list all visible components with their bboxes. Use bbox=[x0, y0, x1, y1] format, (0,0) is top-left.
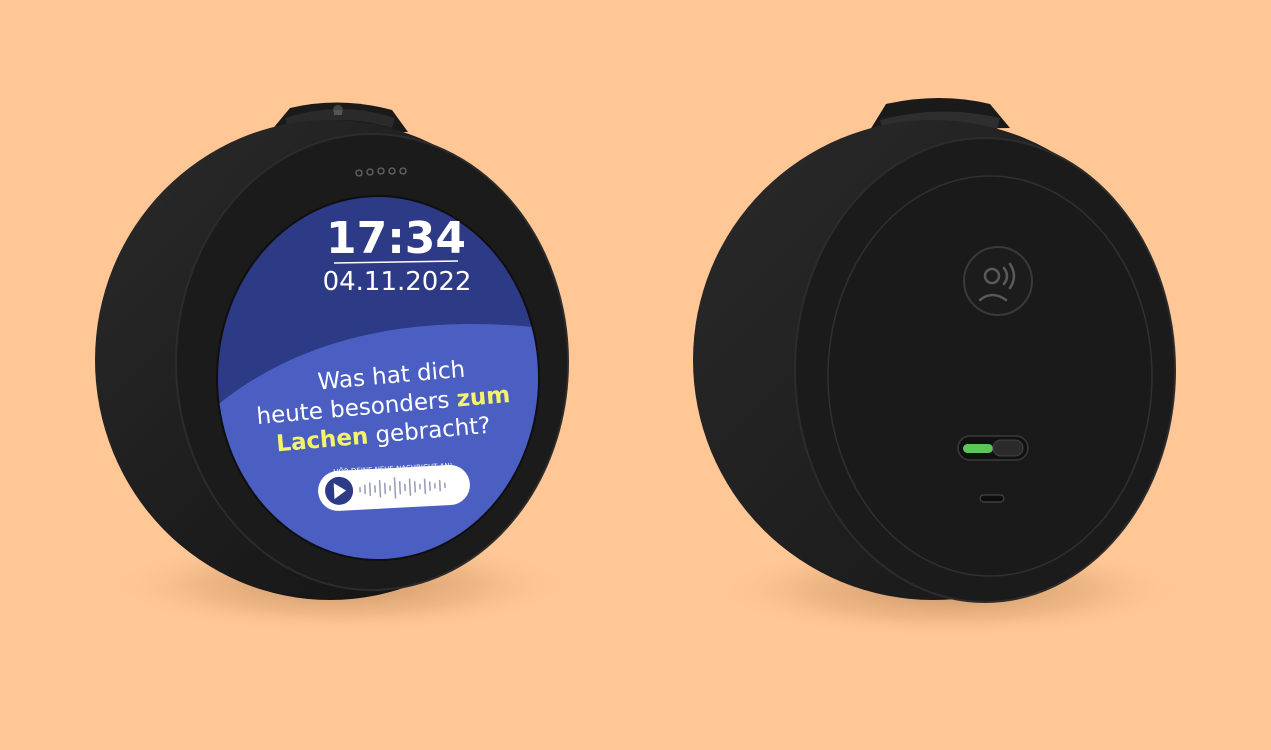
power-switch[interactable] bbox=[957, 435, 1029, 461]
product-scene: 17:34 04.11.2022 Was hat dich heute beso… bbox=[95, 98, 1185, 638]
back-emblem bbox=[963, 246, 1033, 316]
question-highlight-zum: zum bbox=[455, 382, 511, 413]
switch-slider[interactable] bbox=[992, 439, 1024, 457]
power-indicator bbox=[963, 444, 993, 453]
screen-time: 17:34 bbox=[326, 213, 466, 264]
audio-player[interactable] bbox=[317, 464, 471, 512]
screen-date: 04.11.2022 bbox=[323, 267, 472, 297]
back-device bbox=[693, 98, 1185, 638]
usb-c-port-icon[interactable] bbox=[979, 494, 1005, 503]
front-device: 17:34 04.11.2022 Was hat dich heute beso… bbox=[95, 102, 570, 633]
